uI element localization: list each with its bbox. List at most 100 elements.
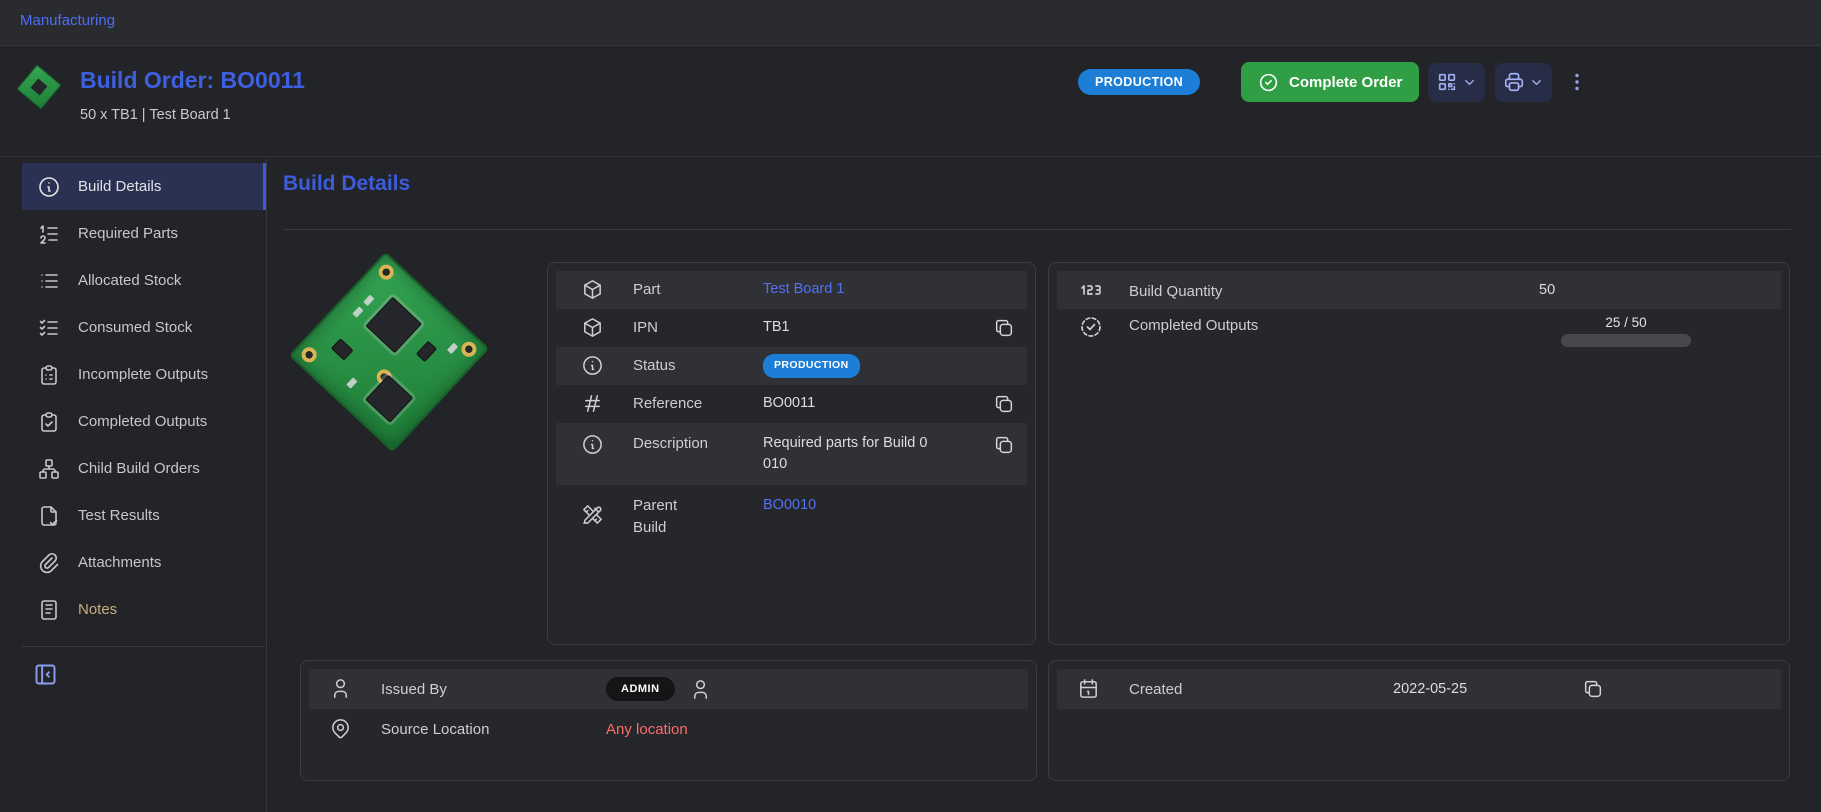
- info-circle-icon: [581, 354, 605, 378]
- build-quantity-row: Build Quantity 50: [1057, 271, 1781, 309]
- source-location-value: Any location: [606, 721, 688, 738]
- created-row: Created 2022-05-25: [1057, 669, 1781, 709]
- copy-icon[interactable]: [1582, 677, 1604, 701]
- sidebar-item-test-results[interactable]: Test Results: [22, 492, 266, 539]
- breadcrumb-bar: Manufacturing: [0, 0, 1821, 46]
- part-thumbnail: [18, 63, 62, 113]
- sidebar-item-label: Attachments: [78, 554, 161, 571]
- detail-row-parent-build: Parent Build BO0010: [556, 485, 1027, 545]
- info-circle-icon: [581, 433, 605, 457]
- sidebar-item-allocated-stock[interactable]: Allocated Stock: [22, 257, 266, 304]
- detail-label: Status: [633, 355, 713, 377]
- info-circle-icon: [37, 175, 61, 199]
- print-actions-button[interactable]: [1495, 63, 1552, 102]
- hash-icon: [581, 392, 605, 416]
- quantities-card: Build Quantity 50 Completed Outputs 25 /…: [1048, 262, 1790, 645]
- source-location-row: Source Location Any location: [309, 709, 1028, 749]
- status-badge-small: PRODUCTION: [763, 354, 860, 377]
- detail-value: Required parts for Build 0010: [763, 433, 933, 475]
- paperclip-icon: [37, 551, 61, 575]
- detail-label: Parent Build: [633, 495, 713, 539]
- list-check-icon: [37, 316, 61, 340]
- section-title: Build Details: [283, 172, 410, 196]
- sidebar-item-label: Consumed Stock: [78, 319, 192, 336]
- created-label: Created: [1129, 681, 1239, 698]
- issued-by-label: Issued By: [381, 681, 606, 698]
- main-content: Build Details Part Test Board 1 IPN TB1: [268, 158, 1821, 812]
- build-quantity-value: 50: [1521, 282, 1731, 298]
- sidebar-item-consumed-stock[interactable]: Consumed Stock: [22, 304, 266, 351]
- detail-label: Reference: [633, 393, 713, 415]
- map-pin-icon: [329, 717, 353, 741]
- created-value: 2022-05-25: [1393, 681, 1467, 697]
- sidebar-item-label: Required Parts: [78, 225, 178, 242]
- collapse-sidebar-button[interactable]: [22, 657, 59, 688]
- box-icon: [581, 316, 605, 340]
- section-divider: [283, 229, 1791, 230]
- list-numbers-icon: [37, 222, 61, 246]
- box-icon: [581, 278, 605, 302]
- detail-value: BO0011: [763, 393, 993, 414]
- qr-actions-button[interactable]: [1428, 63, 1485, 102]
- sidebar-item-label: Allocated Stock: [78, 272, 181, 289]
- header-controls: PRODUCTION Complete Order: [1078, 61, 1589, 103]
- build-order-page: Manufacturing Build Order: BO0011 50 x T…: [0, 0, 1821, 812]
- created-card: Created 2022-05-25: [1048, 660, 1790, 781]
- circle-check-icon: [1258, 72, 1279, 93]
- parent-build-link[interactable]: BO0010: [763, 497, 816, 513]
- quantity-label: Completed Outputs: [1129, 315, 1429, 334]
- issued-by-badge: ADMIN: [606, 677, 675, 701]
- file-check-icon: [37, 504, 61, 528]
- quantity-label: Build Quantity: [1129, 281, 1429, 300]
- sidebar-collapse-icon: [32, 661, 59, 688]
- part-image: [288, 253, 493, 458]
- sidebar-item-label: Build Details: [78, 178, 161, 195]
- status-badge: PRODUCTION: [1078, 69, 1200, 95]
- sidebar-item-label: Test Results: [78, 507, 160, 524]
- copy-icon[interactable]: [993, 433, 1015, 457]
- user-icon: [689, 678, 712, 701]
- sitemap-icon: [37, 457, 61, 481]
- sidebar-item-notes[interactable]: Notes: [22, 586, 266, 633]
- list-icon: [37, 269, 61, 293]
- complete-order-label: Complete Order: [1289, 74, 1402, 91]
- detail-label: Part: [633, 279, 713, 301]
- detail-row-status: Status PRODUCTION: [556, 347, 1027, 385]
- copy-icon[interactable]: [993, 392, 1015, 416]
- build-details-card: Part Test Board 1 IPN TB1 Status PRODUCT…: [547, 262, 1036, 645]
- progress-text: 25 / 50: [1605, 315, 1646, 330]
- sidebar-divider: [22, 646, 265, 647]
- tools-icon: [581, 495, 605, 519]
- complete-order-button[interactable]: Complete Order: [1241, 62, 1419, 102]
- sidebar-item-child-build-orders[interactable]: Child Build Orders: [22, 445, 266, 492]
- part-link[interactable]: Test Board 1: [763, 281, 844, 297]
- sidebar: Build Details Required Parts Allocated S…: [0, 158, 267, 812]
- detail-row-part: Part Test Board 1: [556, 271, 1027, 309]
- page-header: Build Order: BO0011 50 x TB1 | Test Boar…: [0, 47, 1821, 157]
- issued-by-row: Issued By ADMIN: [309, 669, 1028, 709]
- sidebar-item-completed-outputs[interactable]: Completed Outputs: [22, 398, 266, 445]
- more-actions-button[interactable]: [1565, 67, 1589, 97]
- sidebar-item-incomplete-outputs[interactable]: Incomplete Outputs: [22, 351, 266, 398]
- sidebar-item-attachments[interactable]: Attachments: [22, 539, 266, 586]
- qrcode-icon: [1436, 71, 1458, 93]
- printer-icon: [1503, 71, 1525, 93]
- clipboard-list-icon: [37, 363, 61, 387]
- page-title: Build Order: BO0011: [80, 67, 305, 94]
- breadcrumb-manufacturing-link[interactable]: Manufacturing: [20, 12, 115, 29]
- numbers-123-icon: [1079, 278, 1103, 302]
- page-subtitle: 50 x TB1 | Test Board 1: [80, 107, 231, 123]
- copy-icon[interactable]: [993, 316, 1015, 340]
- source-location-label: Source Location: [381, 721, 606, 738]
- detail-label: Description: [633, 433, 713, 455]
- clock-check-icon: [1079, 315, 1103, 339]
- sidebar-item-required-parts[interactable]: Required Parts: [22, 210, 266, 257]
- detail-row-description: Description Required parts for Build 001…: [556, 423, 1027, 485]
- completed-outputs-row: Completed Outputs 25 / 50: [1057, 309, 1781, 353]
- sidebar-item-label: Notes: [78, 601, 117, 618]
- user-icon: [329, 677, 353, 701]
- sidebar-item-label: Incomplete Outputs: [78, 366, 208, 383]
- detail-row-reference: Reference BO0011: [556, 385, 1027, 423]
- detail-value: TB1: [763, 317, 993, 338]
- sidebar-item-build-details[interactable]: Build Details: [22, 163, 266, 210]
